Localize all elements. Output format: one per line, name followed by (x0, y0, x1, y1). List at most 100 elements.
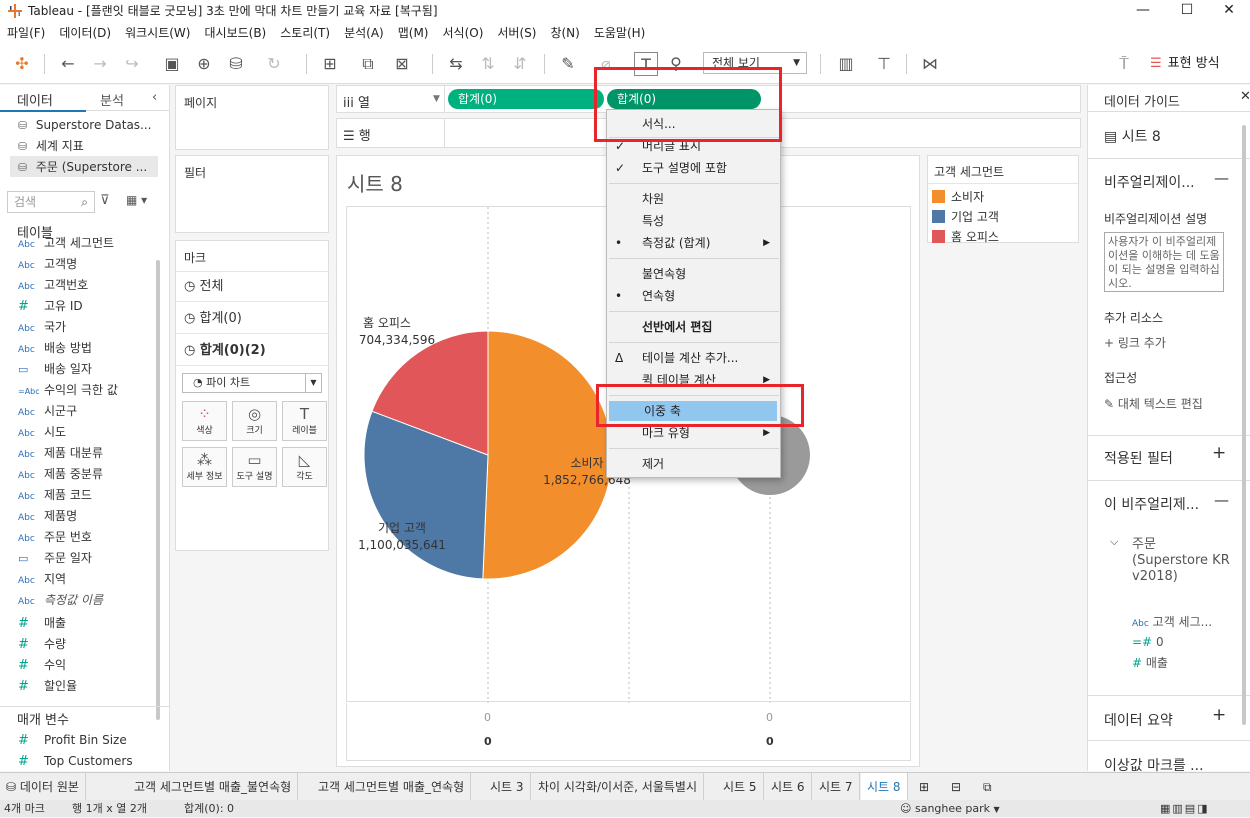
field-item[interactable]: Abc 시도 (18, 422, 158, 442)
highlight-icon[interactable]: ✎ (556, 52, 580, 76)
detail-button[interactable]: ⁂ 세부 정보 (182, 447, 227, 487)
field-item[interactable]: # 매출 (18, 613, 158, 633)
legend-item[interactable]: 홈 오피스 (932, 228, 999, 245)
field-item[interactable]: ▭ 주문 일자 (18, 548, 158, 568)
legend-item[interactable]: 기업 고객 (932, 208, 999, 225)
menu-dashboard[interactable]: 대시보드(B) (197, 22, 273, 44)
pause-updates-icon[interactable]: ⛁ (224, 52, 248, 76)
swap-rows-columns-icon[interactable]: ⇆ (444, 52, 468, 76)
collapse-icon[interactable]: — (1214, 491, 1229, 509)
color-button[interactable]: ⁘ 색상 (182, 401, 227, 441)
shelf-dropdown-icon[interactable]: ▼ (433, 94, 440, 104)
menu-worksheet[interactable]: 워크시트(W) (118, 22, 197, 44)
field-item[interactable]: Abc 국가 (18, 317, 158, 337)
field-item[interactable]: # 할인율 (18, 676, 158, 696)
datasource-item[interactable]: ⛁ Superstore Datas... (18, 118, 152, 132)
expand-icon[interactable]: + (1212, 443, 1226, 463)
menu-item-continuous[interactable]: • 연속형 (607, 286, 782, 306)
field-item[interactable]: Abc 제품 코드 (18, 485, 158, 505)
menu-item-remove[interactable]: 제거 (607, 454, 782, 474)
minimize-button[interactable]: — (1120, 0, 1166, 22)
right-pane-scrollbar[interactable] (1242, 125, 1246, 725)
field-item[interactable]: # 수익 (18, 655, 158, 675)
sheet-tab[interactable]: 고객 세그먼트별 매출_연속형 (312, 773, 472, 801)
add-link-button[interactable]: + 링크 추가 (1104, 334, 1166, 351)
new-worksheet-icon[interactable]: ⊞ (318, 52, 342, 76)
collapse-pane-icon[interactable]: ‹ (152, 90, 157, 105)
replay-icon[interactable]: ↪ (120, 52, 144, 76)
menu-format[interactable]: 서식(O) (436, 22, 491, 44)
field-item[interactable]: Abc 시군구 (18, 401, 158, 421)
show-me-button[interactable]: ☰ 표현 방식 (1150, 52, 1220, 76)
field-item[interactable]: # 고유 ID (18, 296, 158, 316)
menu-file[interactable]: 파일(F) (0, 22, 52, 44)
sheet-tab[interactable]: 시트 6 (765, 773, 812, 801)
field-item[interactable]: Abc 제품명 (18, 506, 158, 526)
collapse-icon[interactable]: — (1214, 169, 1229, 187)
menu-server[interactable]: 서버(S) (490, 22, 543, 44)
user-menu[interactable]: ☺ sanghee park ▼ (900, 800, 1000, 818)
marks-row-all[interactable]: ◷ 전체 (176, 272, 329, 302)
refresh-icon[interactable]: ↻ (262, 52, 286, 76)
undo-icon[interactable]: ← (56, 52, 80, 76)
sheet-tab[interactable]: 고객 세그먼트별 매출_불연속형 (128, 773, 299, 801)
field-item[interactable]: Abc 주문 번호 (18, 527, 158, 547)
datasource-item-selected[interactable]: ⛁ 주문 (Superstore ... (10, 156, 158, 177)
filters-card[interactable]: 필터 (175, 155, 329, 233)
filter-icon[interactable]: ⊽ (100, 193, 110, 208)
sort-descending-icon[interactable]: ⇵ (508, 52, 532, 76)
format-painter-icon[interactable]: ⍑ (1112, 52, 1136, 76)
parameter-item[interactable]: # Top Customers (18, 751, 158, 771)
field-list-scrollbar[interactable] (156, 260, 160, 720)
angle-button[interactable]: ◺ 각도 (282, 447, 327, 487)
chevron-down-icon[interactable]: ⌵ (1110, 535, 1118, 549)
field-item[interactable]: =Abc 수익의 극한 값 (18, 380, 158, 400)
sort-ascending-icon[interactable]: ⇅ (476, 52, 500, 76)
field-item[interactable]: Abc 측정값 이름 (18, 590, 158, 610)
label-button[interactable]: T 레이블 (282, 401, 327, 441)
pie-slice[interactable] (482, 330, 613, 580)
close-window-button[interactable]: ✕ (1206, 0, 1250, 22)
menu-map[interactable]: 맵(M) (391, 22, 436, 44)
legend-item[interactable]: 소비자 (932, 188, 984, 205)
columns-pill-sum[interactable]: 합계(0) (448, 89, 604, 109)
field-item[interactable]: Abc 고객명 (18, 254, 158, 274)
marks-row-sum-2[interactable]: ◷ 합계(0)(2) (176, 336, 329, 366)
viz-description-input[interactable]: 사용자가 이 비주얼리제이션을 이해하는 데 도움이 되는 설명을 입력하십시오… (1104, 232, 1224, 292)
mark-type-select[interactable]: ◔ 파이 차트 ▼ (182, 373, 322, 393)
tab-datasource[interactable]: ⛁ 데이터 원본 (0, 773, 86, 801)
new-worksheet-tab-icon[interactable]: ⊞ (913, 773, 935, 801)
search-input[interactable]: 검색 ⌕ (7, 191, 95, 213)
field-item[interactable]: Abc 제품 중분류 (18, 464, 158, 484)
menu-data[interactable]: 데이터(D) (52, 22, 118, 44)
tab-analysis[interactable]: 분석 (100, 90, 124, 109)
menu-item-dimension[interactable]: 차원 (607, 189, 782, 209)
save-icon[interactable]: ▣ (160, 52, 184, 76)
tooltip-button[interactable]: ▭ 도구 설명 (232, 447, 277, 487)
expand-icon[interactable]: + (1212, 705, 1226, 725)
field-item[interactable]: ▭ 배송 일자 (18, 359, 158, 379)
field-item[interactable]: # 수량 (18, 634, 158, 654)
field-item[interactable]: Abc 제품 대분류 (18, 443, 158, 463)
new-story-tab-icon[interactable]: ⧉ (977, 773, 998, 801)
new-dashboard-tab-icon[interactable]: ⊟ (945, 773, 967, 801)
tab-data[interactable]: 데이터 (17, 90, 53, 109)
sheet-tab[interactable]: 시트 3 (484, 773, 531, 801)
show-me-icon[interactable]: ▥ (834, 52, 858, 76)
sheet-tab[interactable]: 시트 5 (717, 773, 764, 801)
new-datasource-icon[interactable]: ⊕ (192, 52, 216, 76)
menu-window[interactable]: 창(N) (543, 22, 586, 44)
menu-item-edit-in-shelf[interactable]: 선반에서 편집 (607, 317, 782, 337)
menu-help[interactable]: 도움말(H) (587, 22, 653, 44)
redo-icon[interactable]: → (88, 52, 112, 76)
field-item[interactable]: Abc 고객번호 (18, 275, 158, 295)
size-button[interactable]: ◎ 크기 (232, 401, 277, 441)
duplicate-sheet-icon[interactable]: ⧉ (356, 52, 380, 76)
sheet-tab-active[interactable]: 시트 8 (861, 773, 908, 801)
menu-story[interactable]: 스토리(T) (273, 22, 337, 44)
edit-alt-text-button[interactable]: ✎ 대체 텍스트 편집 (1104, 395, 1203, 412)
menu-item-add-table-calc[interactable]: Δ 테이블 계산 추가... (607, 348, 782, 368)
tableau-home-icon[interactable]: ✣ (10, 52, 34, 76)
menu-item-include-tooltip[interactable]: ✓ 도구 설명에 포함 (607, 158, 782, 178)
menu-item-discrete[interactable]: 불연속형 (607, 264, 782, 284)
